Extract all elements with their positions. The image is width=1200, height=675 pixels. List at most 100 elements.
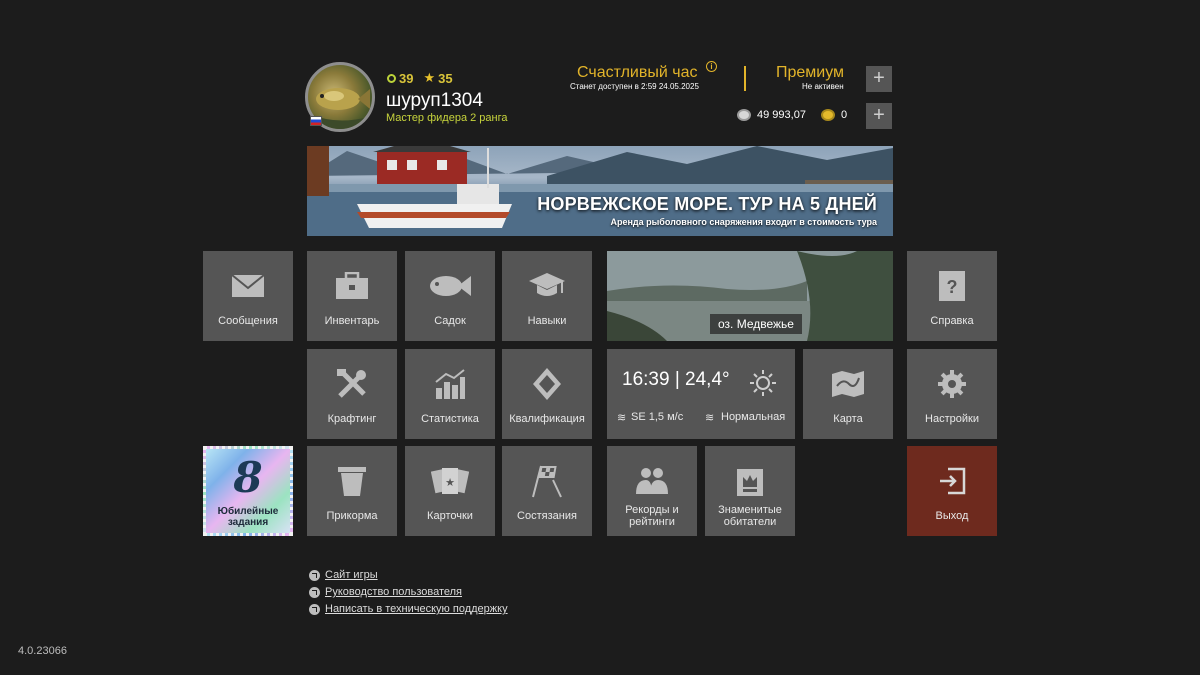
- user-guide-link-text[interactable]: Руководство пользователя: [325, 586, 462, 598]
- cards-label: Карточки: [427, 510, 473, 522]
- fish-icon: [405, 269, 495, 303]
- level-ring-icon: [387, 73, 396, 83]
- help-label: Справка: [930, 315, 974, 327]
- settings-tile[interactable]: Настройки: [907, 349, 997, 439]
- wind-value: SE 1,5 м/с: [631, 411, 684, 423]
- jubilee-quests-badge[interactable]: 8 Юбилейные задания: [203, 446, 293, 536]
- russia-flag-icon: [310, 116, 322, 126]
- records-tile[interactable]: Рекорды и рейтинги: [607, 446, 697, 536]
- level-value: 39: [399, 70, 414, 86]
- weather-tile[interactable]: 16:39 | 24,4° ≋ SE 1,5 м/с ≋ Нормальная: [607, 349, 795, 439]
- records-label-line2: рейтинги: [629, 516, 675, 528]
- cards-icon: ★: [405, 464, 495, 498]
- location-tile[interactable]: оз. Медвежье: [607, 251, 893, 341]
- keepnet-tile[interactable]: Садок: [405, 251, 495, 341]
- banner-subtitle: Аренда рыболовного снаряжения входит в с…: [610, 217, 877, 227]
- gear-icon: [907, 367, 997, 401]
- checkered-flags-icon: [502, 464, 592, 498]
- statistics-label: Статистика: [421, 413, 479, 425]
- bar-chart-icon: [405, 367, 495, 401]
- diamond-icon: [502, 367, 592, 401]
- star-icon: ★: [423, 70, 436, 85]
- records-label: Рекорды и рейтинги: [607, 504, 697, 528]
- external-link-icon: [309, 569, 320, 581]
- tools-icon: [307, 367, 397, 401]
- info-icon[interactable]: i: [706, 61, 717, 72]
- crafting-label: Крафтинг: [327, 413, 377, 425]
- exit-door-icon: [907, 464, 997, 498]
- happy-hour-title[interactable]: Счастливый час: [577, 64, 697, 82]
- competitions-label: Состязания: [517, 510, 577, 522]
- messages-tile[interactable]: Сообщения: [203, 251, 293, 341]
- banner-title: НОРВЕЖСКОЕ МОРЕ. ТУР НА 5 ДНЕЙ: [537, 194, 877, 214]
- buy-premium-button[interactable]: +: [866, 66, 892, 92]
- level-indicator: 39: [387, 70, 413, 86]
- premium-title[interactable]: Премиум: [776, 64, 844, 82]
- people-icon: [607, 464, 697, 498]
- external-link-icon: [309, 603, 320, 615]
- stars-value: 35: [438, 70, 453, 86]
- help-tile[interactable]: ? Справка: [907, 251, 997, 341]
- inventory-label: Инвентарь: [324, 315, 380, 327]
- graduation-cap-icon: [502, 269, 592, 303]
- famous-fish-label-line1: Знаменитые: [718, 504, 782, 516]
- game-site-link-text[interactable]: Сайт игры: [325, 569, 378, 581]
- famous-fish-label: Знаменитые обитатели: [705, 504, 795, 528]
- map-icon: [803, 367, 893, 401]
- jubilee-label: Юбилейные задания: [206, 506, 290, 528]
- qualification-tile[interactable]: Квалификация: [502, 349, 592, 439]
- groundbait-tile[interactable]: Прикорма: [307, 446, 397, 536]
- time-temperature: 16:39 | 24,4°: [622, 369, 730, 390]
- cards-tile[interactable]: ★ Карточки: [405, 446, 495, 536]
- competitions-tile[interactable]: Состязания: [502, 446, 592, 536]
- buy-currency-button[interactable]: +: [866, 103, 892, 129]
- envelope-icon: [203, 269, 293, 303]
- messages-label: Сообщения: [218, 315, 278, 327]
- skills-label: Навыки: [527, 315, 567, 327]
- promo-banner[interactable]: НОРВЕЖСКОЕ МОРЕ. ТУР НА 5 ДНЕЙ Аренда ры…: [307, 146, 893, 236]
- jubilee-label-line2: задания: [227, 517, 269, 528]
- player-stats: 39 ★ 35: [387, 70, 453, 86]
- records-label-line1: Рекорды и: [625, 504, 679, 516]
- inventory-tile[interactable]: Инвентарь: [307, 251, 397, 341]
- bucket-icon: [307, 464, 397, 498]
- location-name: оз. Медвежье: [710, 314, 802, 334]
- famous-fish-label-line2: обитатели: [723, 516, 777, 528]
- groundbait-label: Прикорма: [326, 510, 378, 522]
- username: шуруп1304: [386, 90, 483, 111]
- help-book-icon: ?: [907, 269, 997, 303]
- famous-fish-tile[interactable]: Знаменитые обитатели: [705, 446, 795, 536]
- player-rank: Мастер фидера 2 ранга: [386, 112, 508, 124]
- exit-label: Выход: [935, 510, 969, 522]
- pressure-value: Нормальная: [721, 411, 786, 423]
- qualification-label: Квалификация: [509, 413, 585, 425]
- svg-text:?: ?: [947, 277, 958, 297]
- crafting-tile[interactable]: Крафтинг: [307, 349, 397, 439]
- silver-coins-icon: [737, 109, 751, 121]
- skills-tile[interactable]: Навыки: [502, 251, 592, 341]
- jubilee-label-line1: Юбилейные: [217, 506, 279, 517]
- crown-frame-icon: [705, 464, 795, 498]
- settings-label: Настройки: [925, 413, 979, 425]
- gold-balance: 0: [841, 109, 848, 121]
- support-link-text[interactable]: Написать в техническую поддержку: [325, 603, 508, 615]
- keepnet-label: Садок: [434, 315, 466, 327]
- sun-icon: [750, 370, 776, 396]
- silver-balance: 49 993,07: [757, 109, 806, 121]
- user-guide-link[interactable]: Руководство пользователя: [309, 586, 462, 598]
- briefcase-icon: [307, 269, 397, 303]
- version-label: 4.0.23066: [18, 645, 67, 657]
- jubilee-number: 8: [233, 453, 263, 502]
- wind-icon: ≋: [617, 412, 627, 424]
- stars-indicator: ★ 35: [423, 70, 452, 86]
- happy-hour-subtitle: Станет доступен в 2:59 24.05.2025: [570, 82, 699, 91]
- pressure-icon: ≋: [705, 412, 715, 424]
- map-tile[interactable]: Карта: [803, 349, 893, 439]
- external-link-icon: [309, 586, 320, 598]
- gold-coins-icon: [821, 109, 835, 121]
- support-link[interactable]: Написать в техническую поддержку: [309, 603, 508, 615]
- header-divider: [744, 66, 746, 91]
- game-site-link[interactable]: Сайт игры: [309, 569, 378, 581]
- statistics-tile[interactable]: Статистика: [405, 349, 495, 439]
- exit-tile[interactable]: Выход: [907, 446, 997, 536]
